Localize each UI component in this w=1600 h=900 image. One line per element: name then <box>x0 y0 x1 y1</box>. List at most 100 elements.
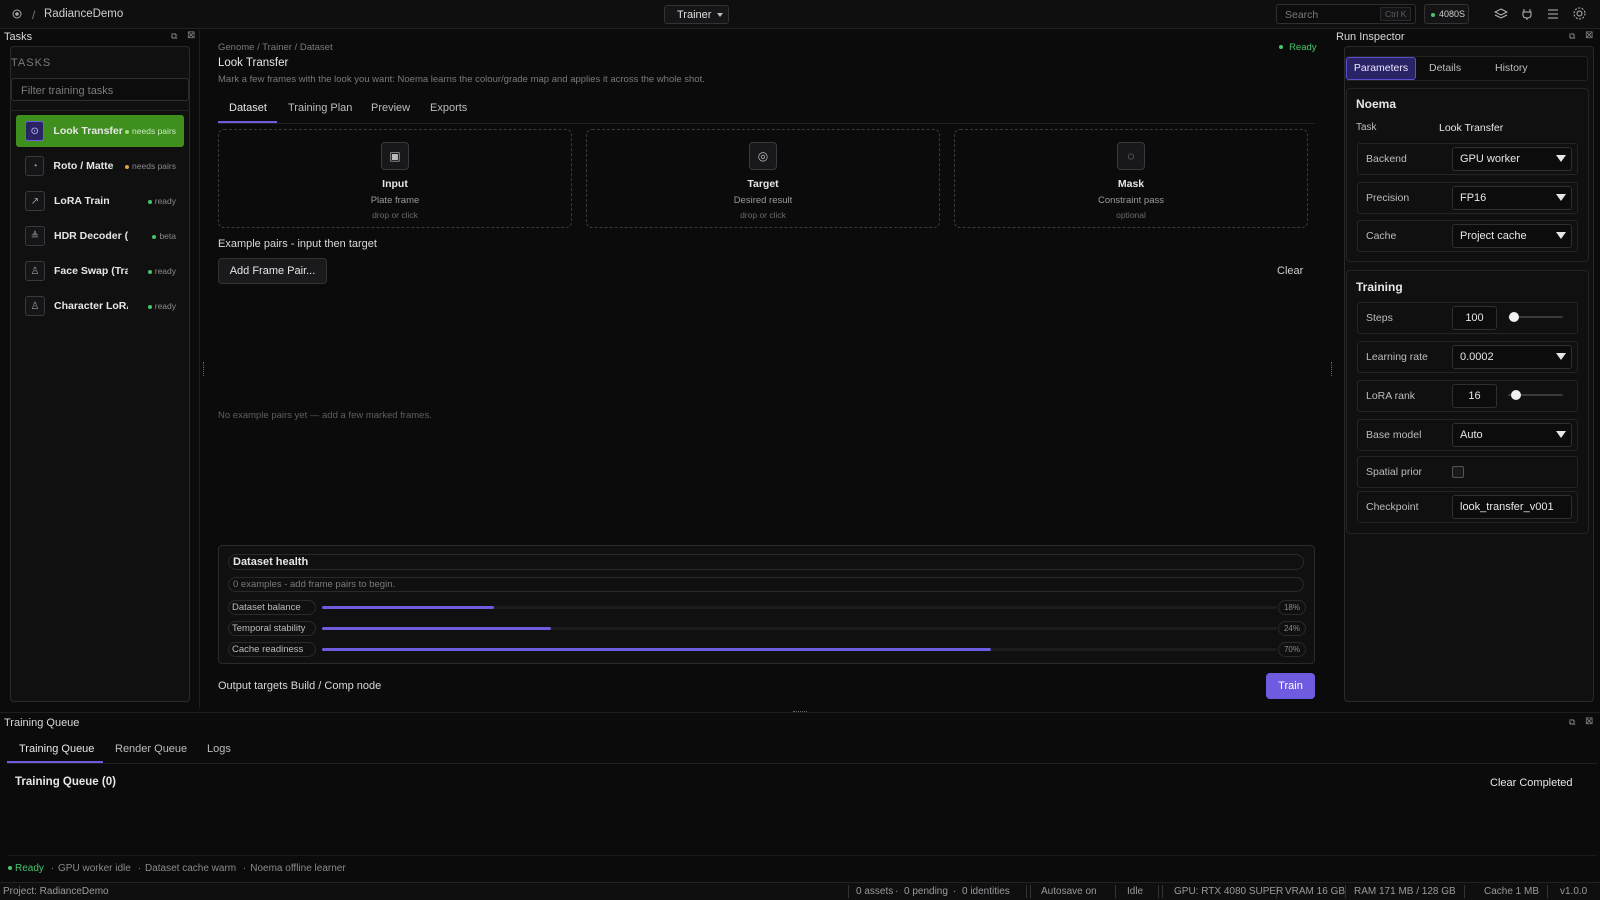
status-pending: 0 pending <box>904 886 948 897</box>
project-name[interactable]: RadianceDemo <box>44 8 123 20</box>
checkpoint-row: Checkpoint look_transfer_v001 <box>1357 491 1578 523</box>
tab-dataset[interactable]: Dataset <box>229 102 267 114</box>
mode-dropdown[interactable]: Trainer <box>664 5 729 24</box>
close-icon[interactable]: ⊠ <box>187 31 195 41</box>
status-autosave[interactable]: Autosave on <box>1041 883 1097 900</box>
mode-label: Trainer <box>677 9 712 21</box>
task-status-text: ready <box>154 266 176 276</box>
tab-training-queue[interactable]: Training Queue <box>19 743 94 755</box>
target-drop-zone[interactable]: ◎ Target Desired result drop or click <box>586 129 940 228</box>
input-drop-zone[interactable]: ▣ Input Plate frame drop or click <box>218 129 572 228</box>
task-status-text: needs pairs <box>132 161 176 171</box>
spatial-prior-checkbox[interactable] <box>1452 466 1464 478</box>
clear-button[interactable]: Clear <box>1277 265 1303 277</box>
task-label: HDR Decoder (RUD <box>54 230 128 242</box>
left-splitter-handle[interactable] <box>203 362 204 376</box>
health-metric-label: Cache readiness <box>228 642 316 657</box>
breadcrumb-separator: / <box>32 8 36 22</box>
mask-drop-zone[interactable]: ◌ Mask Constraint pass optional <box>954 129 1308 228</box>
task-item[interactable]: ⊙ Look Transfer needs pairs <box>16 115 184 147</box>
task-item[interactable]: ↗ LoRA Train ready <box>16 185 184 217</box>
detach-icon[interactable]: ⧉ <box>1569 32 1575 41</box>
dataset-health-title: Dataset health <box>233 556 309 568</box>
task-item[interactable]: ≜ HDR Decoder (RUD beta <box>16 220 184 252</box>
lora-rank-label: LoRA rank <box>1366 390 1416 402</box>
status-indicator: Ready <box>1279 41 1317 53</box>
menu-icon[interactable] <box>1546 7 1560 21</box>
cache-select[interactable]: Project cache <box>1452 224 1572 248</box>
page-title: Look Transfer <box>218 57 289 69</box>
tab-logs[interactable]: Logs <box>207 743 231 755</box>
empty-pairs-text: No example pairs yet — add a few marked … <box>218 410 432 421</box>
tab-training-plan[interactable]: Training Plan <box>288 102 352 114</box>
tab-details[interactable]: Details <box>1429 62 1461 74</box>
tab-parameters[interactable]: Parameters <box>1346 57 1416 80</box>
task-item[interactable]: ♙ Character LoRA (Tr ready <box>16 290 184 322</box>
checkpoint-label: Checkpoint <box>1366 501 1419 513</box>
task-status-badge: ready <box>147 266 176 276</box>
lora-rank-slider[interactable] <box>1508 390 1563 400</box>
drop-subtitle: Plate frame <box>370 195 420 206</box>
train-button[interactable]: Train <box>1266 673 1315 699</box>
steps-input[interactable]: 100 <box>1452 306 1497 330</box>
drop-hint: drop or click <box>740 210 786 220</box>
task-status-badge: needs pairs <box>125 161 176 171</box>
slider-knob[interactable] <box>1508 312 1519 322</box>
checkpoint-value: look_transfer_v001 <box>1460 501 1554 513</box>
tab-preview[interactable]: Preview <box>371 102 410 114</box>
task-item[interactable]: ♙ Face Swap (Train) ready <box>16 255 184 287</box>
search-shortcut-badge: Ctrl K <box>1380 7 1412 21</box>
layers-icon[interactable] <box>1494 7 1508 21</box>
gpu-badge[interactable]: 4080S <box>1424 4 1469 24</box>
training-queue-heading: Training Queue (0) <box>15 776 116 788</box>
person-icon: ♙ <box>25 261 45 281</box>
search-placeholder: Search <box>1285 9 1319 21</box>
steps-slider[interactable] <box>1508 312 1563 322</box>
engine-name: Noema <box>1356 97 1397 111</box>
target-icon: ◎ <box>749 142 777 170</box>
cache-row: Cache Project cache <box>1357 220 1578 252</box>
close-icon[interactable]: ⊠ <box>1585 31 1593 41</box>
health-metric-row: Cache readiness 70% <box>228 642 1306 658</box>
backend-label: Backend <box>1366 153 1407 165</box>
add-frame-pair-button[interactable]: Add Frame Pair... <box>218 258 327 284</box>
filter-placeholder: Filter training tasks <box>21 85 114 97</box>
plug-icon[interactable] <box>1520 7 1534 21</box>
status-dot <box>147 304 152 309</box>
health-metric-percent: 18% <box>1278 600 1306 615</box>
base-model-label: Base model <box>1366 429 1422 441</box>
search-input[interactable]: Search Ctrl K <box>1276 4 1416 24</box>
gear-icon[interactable] <box>1572 6 1587 21</box>
health-metric-percent: 70% <box>1278 642 1306 657</box>
backend-row: Backend GPU worker <box>1357 143 1578 175</box>
detach-icon[interactable]: ⧉ <box>171 32 177 41</box>
checkpoint-input[interactable]: look_transfer_v001 <box>1452 495 1572 519</box>
backend-value: GPU worker <box>1460 153 1520 165</box>
close-icon[interactable]: ⊠ <box>1585 717 1593 727</box>
backend-select[interactable]: GPU worker <box>1452 147 1572 171</box>
inspector-tabs: Parameters Details History <box>1345 56 1588 81</box>
task-status-text: beta <box>159 231 176 241</box>
task-status-text: needs pairs <box>132 126 176 136</box>
cache-label: Cache <box>1366 230 1397 242</box>
health-metric-row: Temporal stability 24% <box>228 621 1306 637</box>
task-label: Roto / Matte <box>53 160 114 172</box>
task-label: Character LoRA (Tr <box>54 300 128 312</box>
ready-dot <box>8 866 12 871</box>
base-model-select[interactable]: Auto <box>1452 423 1572 447</box>
slider-knob[interactable] <box>1510 390 1521 400</box>
lora-rank-input[interactable]: 16 <box>1452 384 1497 408</box>
dial-icon: ◌ <box>1117 142 1145 170</box>
status-dot <box>152 234 157 239</box>
tab-render-queue[interactable]: Render Queue <box>115 743 187 755</box>
learning-rate-select[interactable]: 0.0002 <box>1452 345 1572 369</box>
tab-history[interactable]: History <box>1495 62 1528 74</box>
task-item[interactable]: ◔ Roto / Matte needs pairs <box>16 150 184 182</box>
clear-completed-button[interactable]: Clear Completed <box>1490 777 1573 789</box>
filter-tasks-input[interactable]: Filter training tasks <box>11 78 189 101</box>
drop-title: Mask <box>1117 178 1145 190</box>
status-idle: Idle <box>1127 886 1144 897</box>
precision-select[interactable]: FP16 <box>1452 186 1572 210</box>
detach-icon[interactable]: ⧉ <box>1569 718 1575 727</box>
tab-exports[interactable]: Exports <box>430 102 467 114</box>
